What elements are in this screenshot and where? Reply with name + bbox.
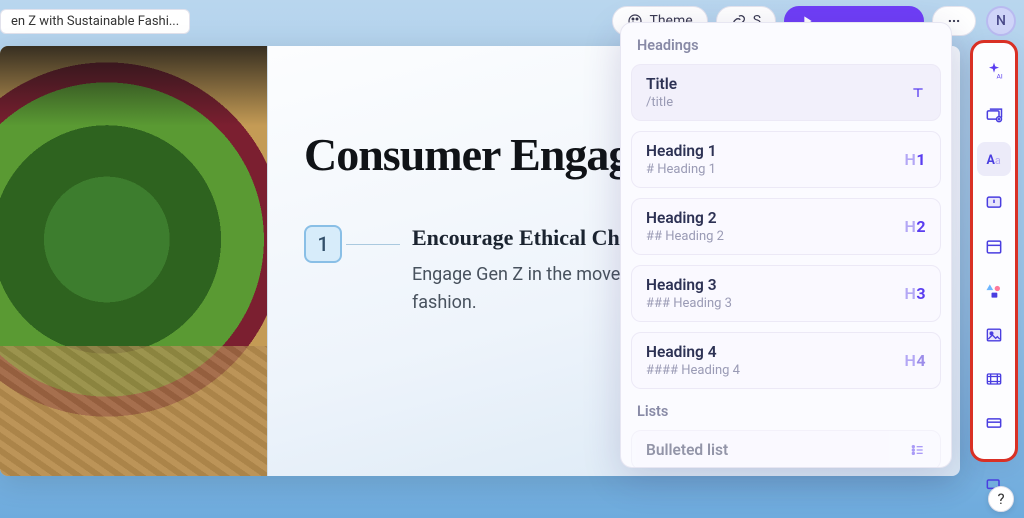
option-h2-hint: ## Heading 2 — [646, 229, 904, 244]
rail-shapes[interactable] — [977, 274, 1011, 308]
right-tool-rail: AI Aa — [972, 42, 1016, 460]
option-title-hint: /title — [646, 95, 910, 110]
rail-callout[interactable] — [977, 186, 1011, 220]
rail-ai[interactable]: AI — [977, 54, 1011, 88]
avatar[interactable]: N — [986, 6, 1016, 36]
option-h1-name: Heading 1 — [646, 142, 904, 160]
rail-embed[interactable] — [977, 406, 1011, 440]
rail-card-templates[interactable] — [977, 98, 1011, 132]
svg-text:AI: AI — [997, 73, 1003, 81]
option-heading-3[interactable]: Heading 3 ### Heading 3 H3 — [631, 265, 941, 322]
title-t-icon — [910, 85, 926, 101]
point-number-badge[interactable]: 1 — [304, 225, 342, 263]
option-heading-2[interactable]: Heading 2 ## Heading 2 H2 — [631, 198, 941, 255]
option-h2-name: Heading 2 — [646, 209, 904, 227]
option-title-name: Title — [646, 75, 910, 93]
option-h3-name: Heading 3 — [646, 276, 904, 294]
document-title-pill[interactable]: en Z with Sustainable Fashi... — [0, 9, 190, 34]
help-button[interactable]: ? — [988, 486, 1014, 512]
option-h4-name: Heading 4 — [646, 343, 904, 361]
option-h4-hint: #### Heading 4 — [646, 363, 904, 378]
slide-hero-image — [0, 46, 268, 476]
option-heading-4[interactable]: Heading 4 #### Heading 4 H4 — [631, 332, 941, 389]
rail-layout[interactable] — [977, 230, 1011, 264]
h1-badge: H1 — [904, 150, 926, 169]
rail-image[interactable] — [977, 318, 1011, 352]
rail-video[interactable] — [977, 362, 1011, 396]
rail-text[interactable]: Aa — [977, 142, 1011, 176]
section-label-lists: Lists — [631, 399, 941, 430]
h3-badge: H3 — [904, 284, 926, 303]
h2-badge: H2 — [904, 217, 926, 236]
h4-badge: H4 — [904, 351, 926, 370]
option-h3-hint: ### Heading 3 — [646, 296, 904, 311]
option-bulleted-list[interactable]: Bulleted list — [631, 430, 941, 468]
svg-text:a: a — [995, 154, 1001, 167]
section-label-headings: Headings — [631, 33, 941, 64]
option-bulleted-name: Bulleted list — [646, 441, 910, 459]
option-title[interactable]: Title /title — [631, 64, 941, 121]
option-h1-hint: # Heading 1 — [646, 162, 904, 177]
insert-block-panel: Headings Title /title Heading 1 # Headin… — [620, 22, 952, 468]
bulleted-list-icon — [910, 442, 926, 458]
option-heading-1[interactable]: Heading 1 # Heading 1 H1 — [631, 131, 941, 188]
